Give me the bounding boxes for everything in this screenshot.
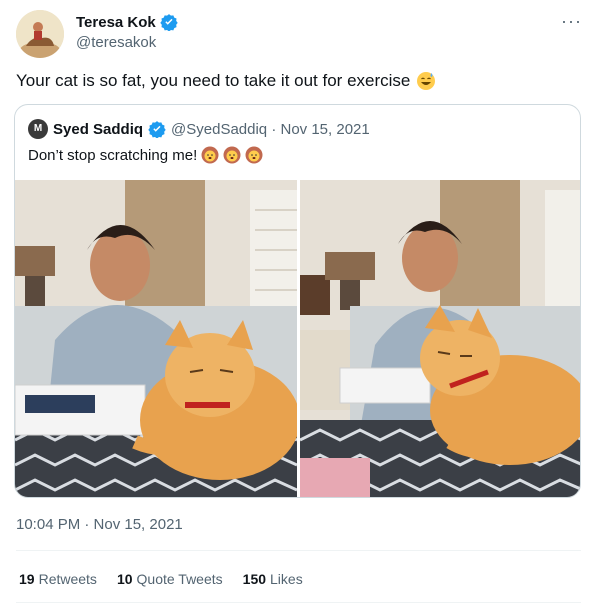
retweets-label: Retweets [38, 571, 97, 587]
media-photo-2[interactable] [299, 180, 580, 497]
quote-tweets-label: Quote Tweets [136, 571, 223, 587]
lion-emoji-icon [223, 146, 241, 164]
quoted-author-avatar: M [28, 119, 48, 139]
quoted-author-name: Syed Saddiq [53, 120, 144, 138]
lion-emoji-icon [201, 146, 219, 164]
retweets-count: 19 [19, 571, 35, 587]
quoted-tweet-text: Don’t stop scratching me! [28, 146, 263, 164]
author-display-name[interactable]: Teresa Kok [76, 14, 156, 31]
quoted-tweet-header: M Syed Saddiq @SyedSaddiq · Nov 15, 2021 [28, 119, 370, 139]
quote-tweets-count: 10 [116, 571, 133, 587]
tweet-stats: 19 Retweets 10 Quote Tweets 150 Likes [19, 571, 303, 587]
quoted-media [15, 180, 580, 497]
retweets-stat[interactable]: 19 Retweets [19, 571, 97, 587]
quoted-tweet[interactable]: M Syed Saddiq @SyedSaddiq · Nov 15, 2021… [14, 104, 581, 498]
likes-label: Likes [270, 571, 303, 587]
divider [16, 550, 581, 551]
quoted-verified-badge-icon [148, 120, 166, 139]
tweet-header: Teresa Kok @teresakok ··· [16, 10, 586, 58]
divider [16, 602, 581, 603]
tweet-text: Your cat is so fat, you need to take it … [16, 71, 436, 91]
author-avatar[interactable] [16, 10, 64, 58]
quote-tweets-stat[interactable]: 10 Quote Tweets [117, 571, 223, 587]
author-handle[interactable]: @teresakok [76, 34, 178, 51]
quoted-author-meta: @SyedSaddiq · Nov 15, 2021 [171, 120, 370, 138]
likes-count: 150 [242, 571, 267, 587]
verified-badge-icon [160, 13, 178, 32]
media-photo-1[interactable] [15, 180, 298, 497]
lion-emoji-icon [245, 146, 263, 164]
tweet-body: Your cat is so fat, you need to take it … [16, 71, 411, 90]
tweet-timestamp[interactable]: 10:04 PM · Nov 15, 2021 [16, 516, 183, 533]
likes-stat[interactable]: 150 Likes [243, 571, 303, 587]
sweat-smile-emoji-icon [416, 71, 436, 91]
quoted-tweet-body: Don’t stop scratching me! [28, 146, 198, 164]
more-options-icon[interactable]: ··· [561, 12, 582, 30]
